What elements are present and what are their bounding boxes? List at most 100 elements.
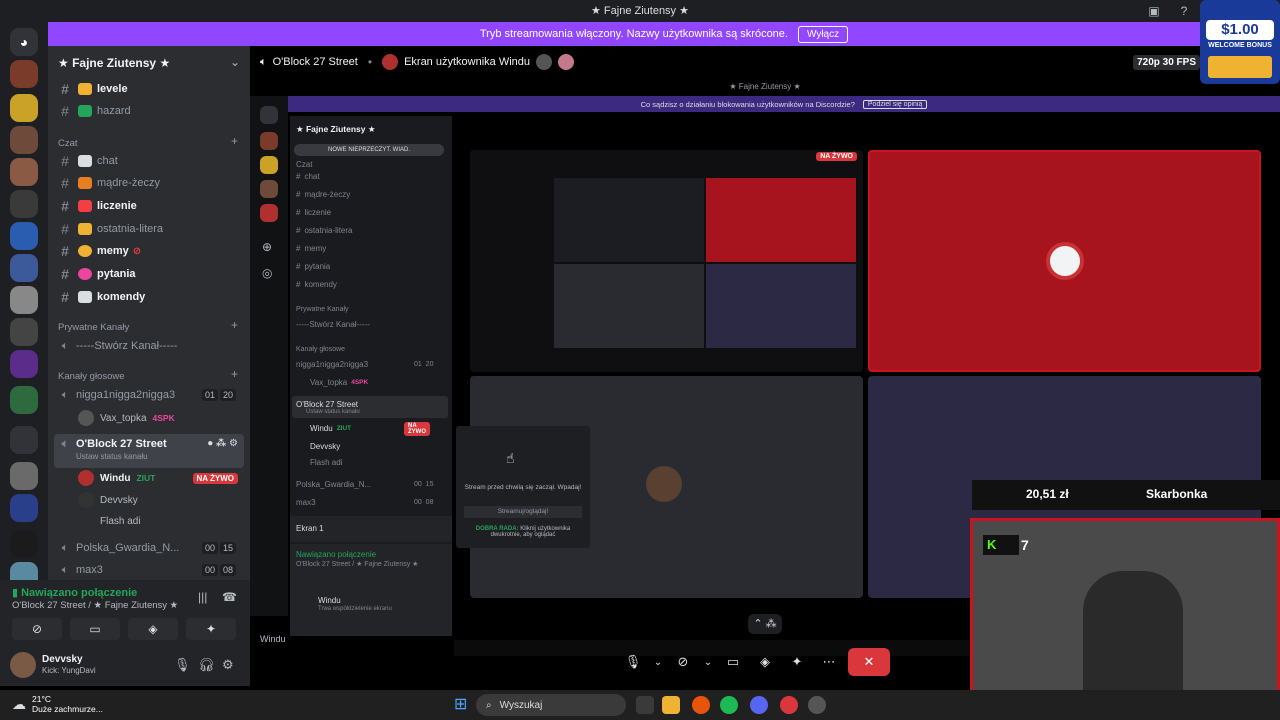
channel-liczenie[interactable]: # liczenie xyxy=(54,195,244,217)
server-icon[interactable] xyxy=(10,126,38,154)
help-icon[interactable]: ? xyxy=(1176,3,1192,19)
taskbar-search[interactable]: ⌕ Wyszukaj xyxy=(476,694,626,716)
inner-new-messages-pill: NOWE NIEPRZECZYT. WIAD. xyxy=(294,144,444,156)
screen-share-button[interactable]: ▭ xyxy=(70,618,120,640)
app-icon[interactable] xyxy=(808,696,826,714)
activities-icon[interactable]: ◈ xyxy=(752,654,778,670)
poop-emoji-icon xyxy=(78,177,92,189)
screen-share-icon[interactable]: ▭ xyxy=(720,654,746,670)
settings-gear-icon[interactable]: ⚙ xyxy=(222,657,234,673)
inbox-icon[interactable]: ▣ xyxy=(1146,3,1162,19)
channel-levele[interactable]: # levele xyxy=(54,78,244,100)
app-icon[interactable] xyxy=(692,696,710,714)
leave-call-button[interactable]: ✕ xyxy=(848,648,890,676)
inner-channel: # memy xyxy=(296,244,327,253)
inner-channel: # mądre-żeczy xyxy=(296,190,351,199)
task-view-icon[interactable] xyxy=(636,696,654,714)
noise-suppression-icon[interactable]: ||| xyxy=(198,590,207,604)
chevron-down-icon[interactable]: ⌄ xyxy=(702,657,714,668)
user-name[interactable]: Devvsky xyxy=(42,654,83,665)
server-icon[interactable] xyxy=(10,190,38,218)
channel-madre-zeczy[interactable]: # mądre-żeczy xyxy=(54,172,244,194)
camera-off-icon[interactable]: ⊘ xyxy=(670,654,696,670)
guild-name[interactable]: ★ Fajne Ziutensy ★ xyxy=(58,56,170,70)
microphone-icon[interactable]: 🎙︎ xyxy=(620,654,646,670)
discord-home-icon[interactable]: ◕ xyxy=(10,28,38,56)
server-icon[interactable] xyxy=(10,94,38,122)
channel-ostatnia-litera[interactable]: # ostatnia-litera xyxy=(54,218,244,240)
disconnect-icon[interactable]: ☎ xyxy=(222,590,237,604)
inner-feedback-banner: Co sądzisz o działaniu blokowania użytko… xyxy=(288,96,1280,112)
server-icon[interactable] xyxy=(10,462,38,490)
voice-channel-4[interactable]: 🔈︎ max3 00 08 xyxy=(54,559,244,581)
spotify-icon[interactable] xyxy=(720,696,738,714)
server-icon[interactable] xyxy=(10,318,38,346)
microphone-icon[interactable]: 🎙︎ xyxy=(174,657,191,673)
category-private[interactable]: Prywatne Kanały xyxy=(58,322,129,333)
voice-user[interactable]: Vax_topka 4SPK xyxy=(78,408,175,428)
stream-tile-red[interactable] xyxy=(868,150,1261,372)
server-icon[interactable] xyxy=(10,158,38,186)
inner-voice-status: Nawiązano połączenie xyxy=(296,550,377,559)
windows-start-icon[interactable]: ⊞ xyxy=(454,696,472,714)
soundboard-icon[interactable]: ✦ xyxy=(784,654,810,670)
user-tag-badge: 4SPK xyxy=(152,413,175,423)
channel-chat[interactable]: # chat xyxy=(54,150,244,172)
voice-count-limit: 08 xyxy=(219,564,236,576)
header-separator: • xyxy=(367,55,373,69)
avatar[interactable] xyxy=(10,652,36,678)
channel-label: max3 xyxy=(76,564,103,576)
channel-settings-icon[interactable]: ● ⁂ ⚙ xyxy=(207,438,238,449)
header-stream[interactable]: Ekran użytkownika Windu xyxy=(382,54,575,70)
channel-memy[interactable]: # memy ⊘ xyxy=(54,240,244,262)
server-icon[interactable] xyxy=(10,530,38,558)
add-channel-icon[interactable]: + xyxy=(231,318,238,332)
camera-off-button[interactable]: ⊘ xyxy=(12,618,62,640)
add-channel-icon[interactable]: + xyxy=(231,367,238,381)
voice-user[interactable]: Devvsky xyxy=(78,490,138,510)
channel-hazard[interactable]: # hazard xyxy=(54,100,244,122)
headphones-icon[interactable]: 🎧︎ xyxy=(198,657,215,673)
chevron-down-icon[interactable]: ⌄ xyxy=(230,55,240,69)
server-icon[interactable] xyxy=(10,286,38,314)
server-icon[interactable] xyxy=(10,60,38,88)
voice-channel-3[interactable]: 🔈︎ Polska_Gwardia_N... 00 15 xyxy=(54,537,244,559)
voice-user-name: Flash adi xyxy=(100,515,141,527)
server-icon[interactable] xyxy=(10,494,38,522)
window-titlebar: ★ Fajne Ziutensy ★ ▣ ? xyxy=(0,0,1280,22)
server-icon[interactable] xyxy=(10,222,38,250)
activities-button[interactable]: ◈ xyxy=(128,618,178,640)
add-channel-icon[interactable]: + xyxy=(231,134,238,148)
voice-count-limit: 20 xyxy=(219,389,236,401)
server-icon[interactable] xyxy=(10,386,38,414)
stream-popup-text: Stream przed chwilą się zaczął. Wpadaj! xyxy=(464,484,582,491)
inner-channel: # komendy xyxy=(296,280,337,289)
category-voice[interactable]: Kanały głosowe xyxy=(58,371,125,382)
chevron-down-icon[interactable]: ⌄ xyxy=(652,657,664,668)
soundboard-button[interactable]: ✦ xyxy=(186,618,236,640)
category-chat[interactable]: Czat xyxy=(58,138,78,149)
weather-widget[interactable]: ☁︎ 21°C Duże zachmurze... xyxy=(12,694,103,714)
voice-channel-2-selected[interactable]: 🔈︎ O'Block 27 Street Ustaw status kanału… xyxy=(54,434,244,468)
channel-label: pytania xyxy=(97,268,136,280)
voice-channel-1[interactable]: 🔈︎ nigga1nigga2nigga3 01 20 xyxy=(54,384,244,406)
voice-channel-create[interactable]: 🔈︎ -----Stwórz Kanał----- xyxy=(54,335,244,357)
welcome-bonus-amount: $1.00 xyxy=(1206,20,1274,40)
file-explorer-icon[interactable] xyxy=(662,696,680,714)
more-options-icon[interactable]: ⋯ xyxy=(816,654,842,670)
voice-user-name: Vax_topka xyxy=(100,412,147,424)
channel-komendy[interactable]: # komendy xyxy=(54,286,244,308)
server-icon[interactable] xyxy=(10,350,38,378)
server-icon[interactable] xyxy=(10,254,38,282)
set-channel-status-link[interactable]: Ustaw status kanału xyxy=(76,452,167,461)
discord-icon[interactable] xyxy=(750,696,768,714)
voice-user[interactable]: Windu ZIUT NA ŻYWO xyxy=(78,468,238,488)
header-channel[interactable]: 🔈︎ O'Block 27 Street xyxy=(260,56,358,69)
opera-icon[interactable] xyxy=(780,696,798,714)
channel-pytania[interactable]: # pytania xyxy=(54,263,244,285)
disable-streamer-mode-button[interactable]: Wyłącz xyxy=(797,25,849,43)
server-folder-icon[interactable] xyxy=(10,426,38,454)
expand-controls-button[interactable]: ⌃ ⁂ xyxy=(748,614,782,634)
voice-user[interactable]: Flash adi xyxy=(78,511,141,531)
voice-location[interactable]: O'Block 27 Street / ★ Fajne Ziutensy ★ xyxy=(12,600,178,611)
